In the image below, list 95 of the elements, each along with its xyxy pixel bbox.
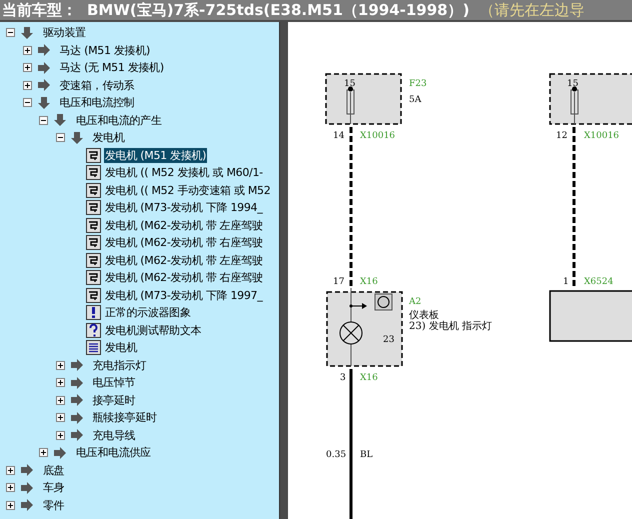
expand-toggle[interactable] — [56, 378, 64, 388]
pin-label: 15 — [344, 79, 356, 89]
arrow-icon — [70, 393, 84, 408]
connector-label: X6524 — [584, 277, 614, 287]
tree-item[interactable]: 发电机 (( M52 发揍机 或 M60/1- — [104, 165, 264, 180]
expand-toggle[interactable] — [22, 46, 32, 55]
hint-text: （请先在左边导 — [479, 0, 584, 20]
tree-item[interactable]: 车身 — [42, 480, 66, 496]
tree-item[interactable]: 充电指示灯 — [92, 358, 148, 373]
exclamation-icon — [86, 305, 101, 320]
component-label: F23 — [409, 79, 427, 89]
question-icon — [86, 322, 101, 338]
tree-item[interactable]: 电压和电流的产生 — [75, 112, 163, 128]
connector-label: X10016 — [360, 131, 396, 141]
component-description: 23) 发电机 指示灯 — [409, 321, 492, 332]
tree-item[interactable]: 瓶犊接亭延时 — [92, 410, 158, 426]
connector-label: X16 — [360, 277, 378, 287]
tree-item[interactable]: 马达 (无 M51 发揍机) — [58, 60, 165, 76]
tree-item[interactable]: 发电机 (M62-发动机 带 右座驾驶 — [104, 235, 264, 250]
tree-item[interactable]: 底盘 — [42, 462, 66, 478]
expand-toggle[interactable] — [56, 396, 64, 405]
tree-item[interactable]: 电压和电流控制 — [58, 95, 136, 110]
component-label: A2 — [409, 297, 422, 307]
tree-item[interactable]: 驱动装置 — [42, 25, 87, 40]
component-title: 仪表板 — [409, 310, 439, 321]
arrow-icon — [36, 96, 50, 110]
tree-item[interactable]: 发电机 (M51 发揍机) — [104, 148, 208, 163]
tree-item[interactable]: 电压悼节 — [92, 375, 136, 390]
schematic-icon — [86, 235, 101, 250]
expand-toggle[interactable] — [56, 133, 64, 142]
tree-item[interactable]: 变速箱，传动系 — [58, 78, 136, 93]
expand-toggle[interactable] — [56, 430, 64, 440]
tree-item[interactable]: 充电导线 — [92, 428, 136, 443]
schematic-icon — [86, 182, 101, 198]
connector-label: X10016 — [584, 131, 620, 141]
arrow-icon — [70, 130, 84, 145]
expand-toggle[interactable] — [6, 28, 15, 38]
pin-label: 12 — [556, 131, 568, 141]
wire-size-label: 0.35 — [326, 450, 346, 460]
schematic-icon — [86, 252, 101, 268]
arrow-icon — [20, 480, 34, 495]
rating-label: 5A — [409, 95, 422, 105]
schematic-icon — [86, 148, 101, 163]
expand-toggle[interactable] — [39, 116, 48, 125]
pin-label: 17 — [333, 277, 344, 287]
arrow-icon — [53, 113, 67, 128]
arrow-icon — [70, 410, 84, 425]
connector-label: X16 — [360, 373, 378, 383]
pin-label: 1 — [563, 277, 569, 287]
document-icon — [86, 340, 101, 356]
tree-item[interactable]: 马达 (M51 发揍机) — [58, 42, 151, 58]
arrow-icon — [20, 26, 34, 40]
tree-item[interactable]: 零件 — [42, 498, 66, 513]
arrow-icon — [70, 376, 84, 390]
schematic-icon — [86, 270, 101, 286]
expand-toggle[interactable] — [39, 448, 48, 458]
tree-item[interactable]: 发电机 (M62-发动机 带 左座驾驶 — [104, 218, 264, 233]
tree-item[interactable]: 发电机 (M73-发动机 下降 1997_ — [104, 288, 264, 303]
arrow-icon — [70, 428, 84, 442]
tree-item[interactable]: 发电机 (M62-发动机 带 左座驾驶 — [104, 252, 264, 268]
expand-toggle[interactable] — [22, 80, 32, 90]
wire-color-label: BL — [360, 450, 373, 460]
tree-item[interactable]: 发电机 (( M52 手动变速箱 或 M52 — [104, 182, 272, 198]
arrow-icon — [70, 358, 84, 372]
arrow-icon — [20, 498, 34, 512]
arrow-icon — [36, 78, 50, 92]
arrow-icon — [53, 446, 67, 460]
schematic-icon — [86, 218, 101, 233]
pin-label: 23 — [383, 335, 394, 345]
expand-toggle[interactable] — [56, 413, 64, 422]
tree-item[interactable]: 正常的示波器图象 — [104, 305, 192, 320]
schematic-icon — [86, 165, 101, 180]
expand-toggle[interactable] — [6, 500, 15, 510]
arrow-icon — [36, 60, 50, 75]
expand-toggle[interactable] — [22, 63, 32, 72]
arrow-icon — [20, 463, 34, 478]
schematic-icon — [86, 288, 101, 303]
tree-item[interactable]: 发电机测试帮助文本 — [104, 322, 202, 338]
expand-toggle[interactable] — [22, 98, 32, 108]
tree-item[interactable]: 发电机 — [92, 130, 126, 146]
pin-label: 3 — [340, 373, 346, 383]
expand-toggle[interactable] — [6, 466, 15, 475]
tree-item[interactable]: 发电机 — [104, 340, 138, 356]
pin-label: 15 — [567, 79, 578, 89]
expand-toggle[interactable] — [6, 483, 15, 492]
tree-item[interactable]: 接亭延时 — [92, 392, 136, 408]
vehicle-name: BMW(宝马)7系-725tds(E38.M51（1994-1998）) — [87, 0, 470, 20]
tree-item[interactable]: 发电机 (M62-发动机 带 右座驾驶 — [104, 270, 264, 286]
vehicle-label: 当前车型： — [2, 0, 77, 20]
tree-item[interactable]: 电压和电流供应 — [75, 445, 152, 460]
arrow-icon — [36, 43, 50, 58]
pin-label: 14 — [333, 131, 344, 141]
expand-toggle[interactable] — [56, 360, 64, 370]
tree-item[interactable]: 发电机 (M73-发动机 下降 1994_ — [104, 200, 264, 216]
schematic-icon — [86, 200, 101, 216]
